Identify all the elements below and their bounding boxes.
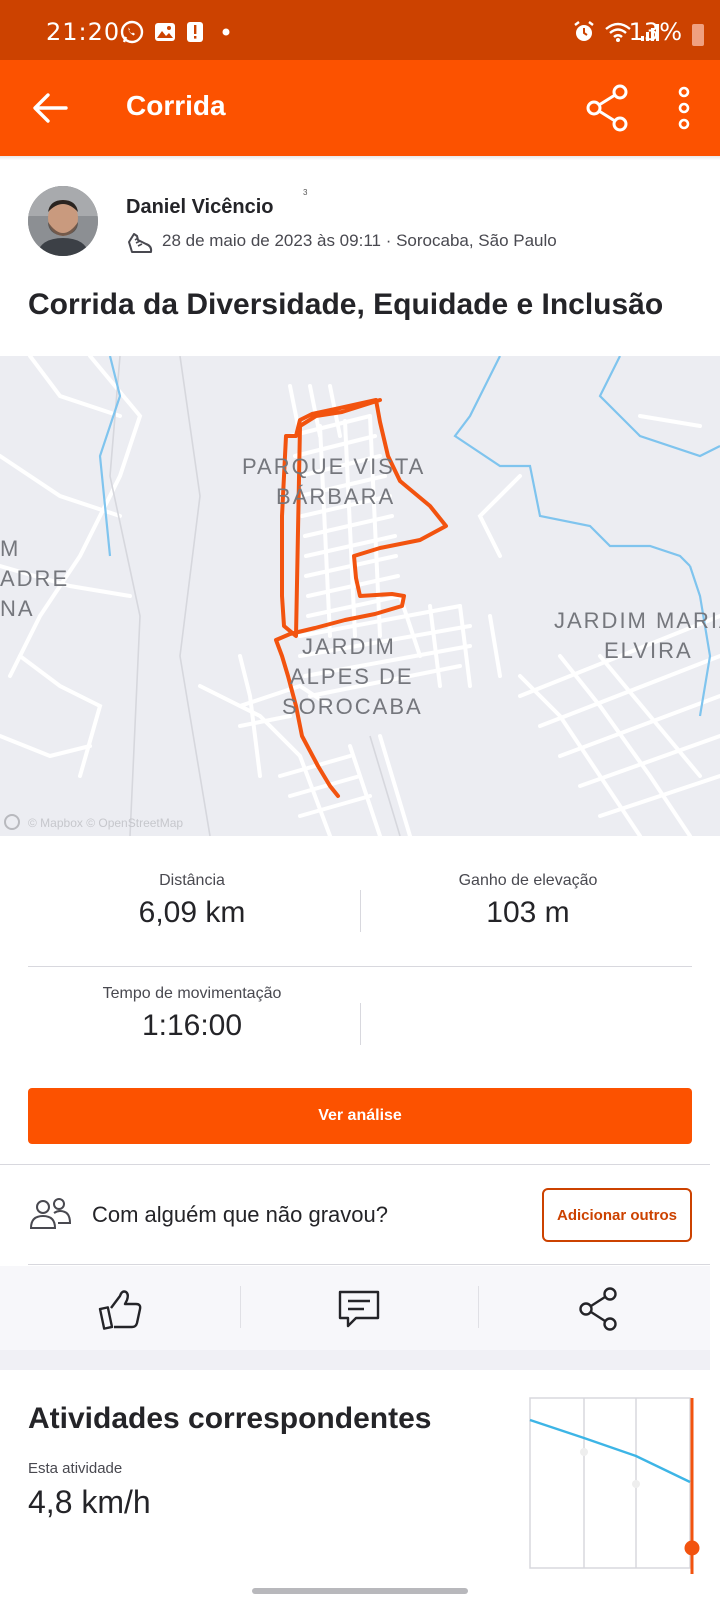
section-divider [0, 1164, 710, 1165]
status-time: 21:20 [46, 18, 121, 46]
map-label-alpes-de: ALPES DE [290, 664, 414, 689]
distance-value: 6,09 km [138, 896, 246, 929]
author-name[interactable]: Daniel Vicêncio [126, 196, 273, 219]
map-label-sorocaba: SOROCABA [282, 694, 423, 719]
actions-bar [0, 1266, 710, 1350]
matched-activities-chart[interactable] [526, 1396, 710, 1574]
chart-point [580, 1448, 588, 1456]
map-label-m: M [0, 536, 21, 561]
actions-divider [240, 1286, 241, 1328]
status-icons-left [120, 20, 234, 44]
arrow-left-icon[interactable] [30, 88, 70, 128]
share-icon[interactable] [584, 84, 632, 132]
avatar[interactable] [28, 186, 98, 256]
more-vertical-icon[interactable] [664, 86, 704, 130]
stats-divider-vertical-2 [360, 1003, 361, 1045]
stats-divider-vertical [360, 890, 361, 932]
map-attribution[interactable]: © Mapbox © OpenStreetMap [28, 816, 183, 830]
map-label-elvira: ELVIRA [604, 638, 693, 663]
this-activity-label: Esta atividade [28, 1460, 123, 1477]
page-title: Corrida [126, 90, 226, 121]
header-shadow [0, 156, 720, 160]
thumbs-up-icon[interactable] [98, 1286, 144, 1332]
map-label-jardim: JARDIM [302, 634, 396, 659]
chart-current-point [684, 1540, 700, 1556]
route-map[interactable]: PARQUE VISTA BÁRBARA JARDIM ALPES DE SOR… [0, 356, 720, 836]
map-label-barbara: BÁRBARA [276, 484, 396, 509]
map-label-jardim-maria: JARDIM MARIA [554, 608, 720, 633]
people-icon [29, 1198, 72, 1229]
section-divider-2 [28, 1264, 710, 1265]
gallery-icon [155, 23, 175, 41]
comment-icon[interactable] [336, 1286, 382, 1332]
battery-percent: 13% [628, 18, 682, 46]
matched-activities-title: Atividades correspondentes [28, 1402, 432, 1435]
map-label-na: NA [0, 596, 35, 621]
status-bar: 21:20 13% [0, 0, 720, 60]
add-others-button[interactable]: Adicionar outros [542, 1188, 692, 1242]
view-analysis-button[interactable]: Ver análise [28, 1088, 692, 1144]
section-gap [0, 1350, 710, 1370]
this-activity-speed: 4,8 km/h [28, 1484, 151, 1520]
alert-icon [187, 22, 203, 42]
dot-icon [222, 28, 230, 36]
stats-divider [28, 966, 692, 967]
map-label-parque-vista: PARQUE VISTA [242, 454, 426, 479]
battery-icon [692, 24, 704, 46]
home-indicator[interactable] [252, 1588, 468, 1594]
whatsapp-icon [120, 20, 144, 44]
map-label-adre: ADRE [0, 566, 70, 591]
activity-title: Corrida da Diversidade, Equidade e Inclu… [28, 288, 664, 321]
activity-meta: 28 de maio de 2023 às 09:11 · Sorocaba, … [162, 231, 557, 250]
shoe-icon [128, 233, 153, 253]
share-icon[interactable] [576, 1286, 622, 1332]
moving-time-label: Tempo de movimentação [102, 985, 282, 1002]
actions-divider-2 [478, 1286, 479, 1328]
elevation-label: Ganho de elevação [458, 872, 598, 889]
with-others-text: Com alguém que não gravou? [92, 1202, 388, 1227]
alarm-icon [574, 21, 594, 41]
elevation-value: 103 m [486, 896, 570, 929]
chart-frame [529, 1397, 691, 1569]
distance-label: Distância [159, 872, 225, 889]
chart-point [632, 1480, 640, 1488]
app-bar: Corrida [0, 60, 720, 156]
mapbox-logo[interactable] [4, 814, 20, 830]
moving-time-value: 1:16:00 [141, 1009, 243, 1042]
superscript-mark: 3 [303, 188, 308, 197]
